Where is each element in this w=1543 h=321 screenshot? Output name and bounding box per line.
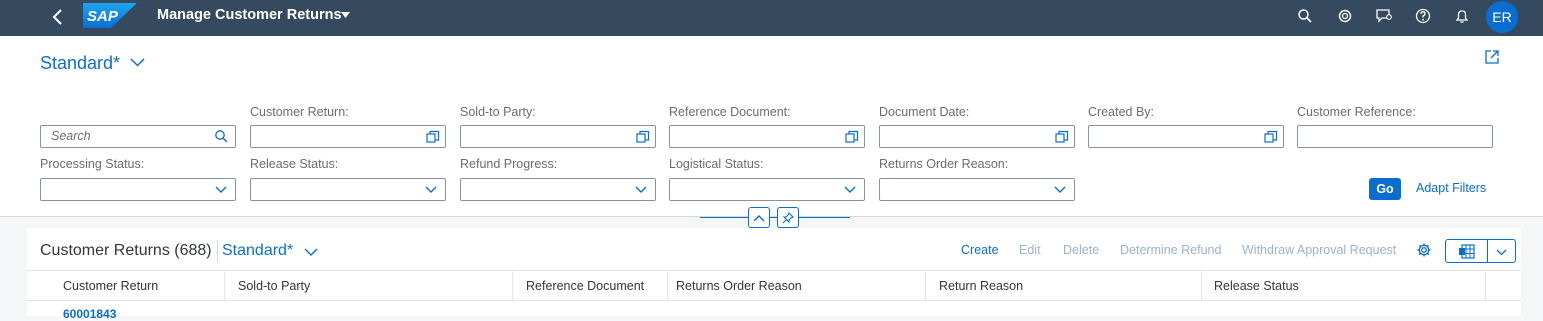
column-separator (1485, 271, 1486, 301)
withdraw-approval-request-button[interactable]: Withdraw Approval Request (1242, 243, 1396, 257)
share-icon[interactable] (1484, 49, 1500, 65)
chevron-down-icon[interactable] (130, 58, 145, 67)
create-button[interactable]: Create (961, 243, 999, 257)
gear-icon[interactable] (1416, 242, 1432, 258)
search-input[interactable]: Search (40, 125, 236, 148)
column-sold-to-party[interactable]: Sold-to Party (238, 279, 310, 293)
reference-document-input[interactable] (669, 125, 865, 148)
table-variant-management[interactable]: Standard* (222, 242, 293, 260)
value-help-icon[interactable] (426, 130, 440, 144)
column-separator (224, 271, 225, 301)
chevron-down-icon[interactable] (304, 248, 318, 256)
chevron-down-icon (425, 186, 437, 193)
spreadsheet-icon (1459, 244, 1475, 259)
customer-return-link[interactable]: 60001843 (63, 307, 116, 321)
processing-status-select[interactable] (40, 178, 236, 201)
column-separator (925, 271, 926, 301)
customer-return-input[interactable] (250, 125, 446, 148)
column-separator (667, 271, 668, 301)
release-status-label: Release Status: (250, 157, 339, 171)
column-release-status[interactable]: Release Status (1214, 279, 1299, 293)
export-button[interactable] (1445, 239, 1516, 263)
created-by-input[interactable] (1088, 125, 1284, 148)
edit-button[interactable]: Edit (1019, 243, 1041, 257)
go-button[interactable]: Go (1369, 178, 1401, 200)
value-help-icon[interactable] (1264, 130, 1278, 144)
filter-bar: Standard* Search Customer Return: Sold-t… (0, 36, 1543, 228)
app-title[interactable]: Manage Customer Returns (157, 7, 342, 23)
logo-text: SAP (87, 8, 119, 25)
sap-logo[interactable]: SAP (83, 3, 137, 28)
release-status-select[interactable] (250, 178, 446, 201)
customer-return-label: Customer Return: (250, 105, 349, 119)
customer-reference-label: Customer Reference: (1297, 105, 1416, 119)
notifications-icon[interactable] (1452, 6, 1472, 26)
title-separator (217, 240, 218, 262)
search-icon[interactable] (1295, 6, 1315, 26)
sold-to-party-input[interactable] (460, 125, 656, 148)
chevron-down-icon (1054, 186, 1066, 193)
refund-progress-select[interactable] (460, 178, 656, 201)
document-date-label: Document Date: (879, 105, 970, 119)
column-separator (512, 271, 513, 301)
pin-icon (782, 211, 794, 223)
customer-reference-input[interactable] (1297, 125, 1493, 148)
shell-bar: SAP Manage Customer Returns ER (0, 0, 1543, 36)
logistical-status-label: Logistical Status: (669, 157, 764, 171)
chevron-down-icon (844, 186, 856, 193)
caret-down-icon[interactable] (341, 12, 350, 18)
variant-management[interactable]: Standard* (40, 53, 120, 74)
chevron-down-icon (635, 186, 647, 193)
sold-to-party-label: Sold-to Party: (460, 105, 536, 119)
collapse-header-button[interactable] (748, 207, 770, 228)
adapt-filters-button[interactable]: Adapt Filters (1416, 181, 1486, 195)
feedback-icon[interactable] (1374, 6, 1394, 26)
returns-order-reason-label: Returns Order Reason: (879, 157, 1009, 171)
copilot-icon[interactable] (1335, 6, 1355, 26)
document-date-input[interactable] (879, 125, 1075, 148)
help-icon[interactable] (1413, 6, 1433, 26)
value-help-icon[interactable] (1055, 130, 1069, 144)
back-icon[interactable] (48, 6, 68, 28)
chevron-down-icon (215, 186, 227, 193)
value-help-icon[interactable] (845, 130, 859, 144)
processing-status-label: Processing Status: (40, 157, 145, 171)
chevron-down-icon[interactable] (1496, 249, 1507, 256)
column-customer-return[interactable]: Customer Return (63, 279, 158, 293)
pin-header-button[interactable] (777, 207, 799, 228)
reference-document-label: Reference Document: (669, 105, 791, 119)
header-divider (700, 217, 850, 218)
determine-refund-button[interactable]: Determine Refund (1120, 243, 1221, 257)
chevron-up-icon (753, 214, 765, 221)
column-return-reason[interactable]: Return Reason (939, 279, 1023, 293)
export-split-divider (1487, 240, 1488, 262)
delete-button[interactable]: Delete (1063, 243, 1099, 257)
logistical-status-select[interactable] (669, 178, 865, 201)
search-placeholder: Search (51, 129, 91, 143)
user-avatar[interactable]: ER (1486, 1, 1518, 33)
value-help-icon[interactable] (636, 130, 650, 144)
table-title: Customer Returns (688) (40, 242, 212, 259)
column-returns-order-reason[interactable]: Returns Order Reason (676, 279, 802, 293)
returns-order-reason-select[interactable] (879, 178, 1075, 201)
search-icon[interactable] (214, 129, 229, 144)
table-header: Customer Return Sold-to Party Reference … (27, 270, 1521, 301)
refund-progress-label: Refund Progress: (460, 157, 558, 171)
column-separator (1201, 271, 1202, 301)
created-by-label: Created By: (1088, 105, 1155, 119)
customer-returns-table: Customer Returns (688) Standard* Create … (27, 228, 1521, 321)
column-reference-document[interactable]: Reference Document (526, 279, 644, 293)
